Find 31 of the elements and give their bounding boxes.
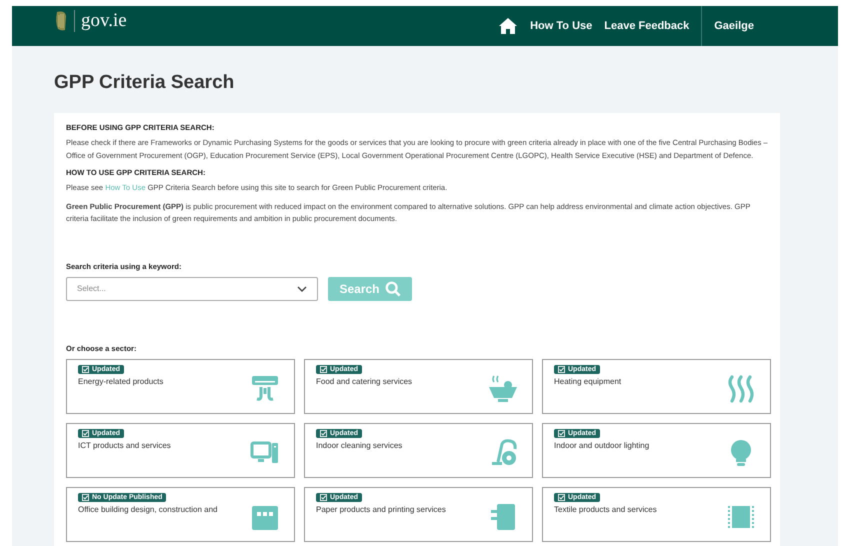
checkbox-icon — [82, 430, 89, 436]
language-link[interactable]: Gaeilge — [714, 20, 754, 32]
sector-name: ICT products and services — [78, 440, 171, 450]
sector-name: Office building design, construction and — [78, 504, 218, 514]
checkbox-icon — [320, 494, 327, 500]
sector-name: Energy-related products — [78, 376, 164, 386]
sector-name: Indoor cleaning services — [316, 440, 402, 450]
sector-name: Food and catering services — [316, 376, 412, 386]
checkbox-icon — [558, 366, 565, 372]
nav-link[interactable]: How To Use — [530, 20, 592, 32]
sector-name: Paper products and printing services — [316, 504, 446, 514]
notebook-icon — [488, 502, 518, 532]
harp-icon — [54, 10, 68, 32]
nav-link[interactable]: Leave Feedback — [604, 20, 690, 32]
bowl-icon — [488, 374, 518, 404]
checkbox-icon — [320, 366, 327, 372]
checkbox-icon — [558, 494, 565, 500]
sector-name: Indoor and outdoor lighting — [554, 440, 650, 450]
sector-name: Textile products and services — [554, 504, 657, 514]
heat-waves-icon — [726, 374, 756, 404]
air-conditioner-icon — [250, 374, 280, 404]
checkbox-icon — [82, 366, 89, 372]
checkbox-icon — [82, 494, 89, 500]
page-title: GPP Criteria Search — [54, 71, 236, 95]
checkbox-icon — [320, 430, 327, 436]
chevron-down-icon — [297, 286, 307, 292]
home-icon[interactable] — [498, 17, 518, 35]
checkbox-icon — [558, 430, 565, 436]
site-logo[interactable]: gov.ie — [81, 10, 127, 32]
search-icon — [384, 280, 401, 296]
sector-name: Heating equipment — [554, 376, 622, 386]
